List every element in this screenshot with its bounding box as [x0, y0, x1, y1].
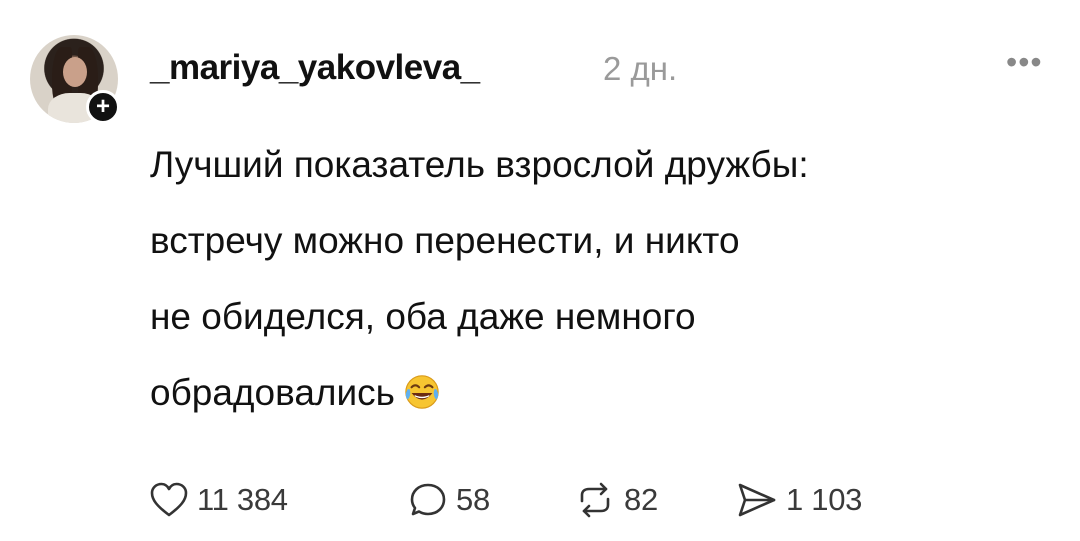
like-count: 11 384: [197, 482, 288, 517]
repost-icon: [580, 482, 610, 518]
comment-count: 58: [456, 482, 490, 517]
like-button[interactable]: 11 384: [149, 478, 288, 522]
username[interactable]: _mariya_yakovleva_: [150, 48, 480, 88]
post-text: Лучший показатель взрослой дружбы: встре…: [150, 127, 1030, 431]
heart-icon: [150, 482, 188, 517]
comment-button[interactable]: 58: [408, 478, 490, 522]
share-icon: [738, 483, 776, 517]
post-line-1: Лучший показатель взрослой дружбы:: [150, 144, 809, 185]
tears-of-joy-emoji: [405, 375, 439, 409]
more-icon[interactable]: •••: [1006, 44, 1043, 81]
post-line-2: встречу можно перенести, и никто: [150, 220, 740, 261]
repost-count: 82: [624, 482, 658, 517]
comment-icon: [410, 483, 446, 516]
repost-button[interactable]: 82: [574, 478, 658, 522]
follow-button[interactable]: +: [86, 90, 120, 124]
post-time: 2 дн.: [603, 50, 678, 87]
share-count: 1 103: [786, 482, 863, 517]
post-line-4-text: обрадовались: [150, 372, 395, 413]
avatar-face: [63, 57, 87, 87]
share-button[interactable]: 1 103: [736, 478, 862, 522]
action-bar: 11 384 58 82 1 103: [0, 478, 1080, 522]
post-line-4: обрадовались: [150, 355, 1030, 431]
post-line-3: не обиделся, оба даже немного: [150, 296, 696, 337]
